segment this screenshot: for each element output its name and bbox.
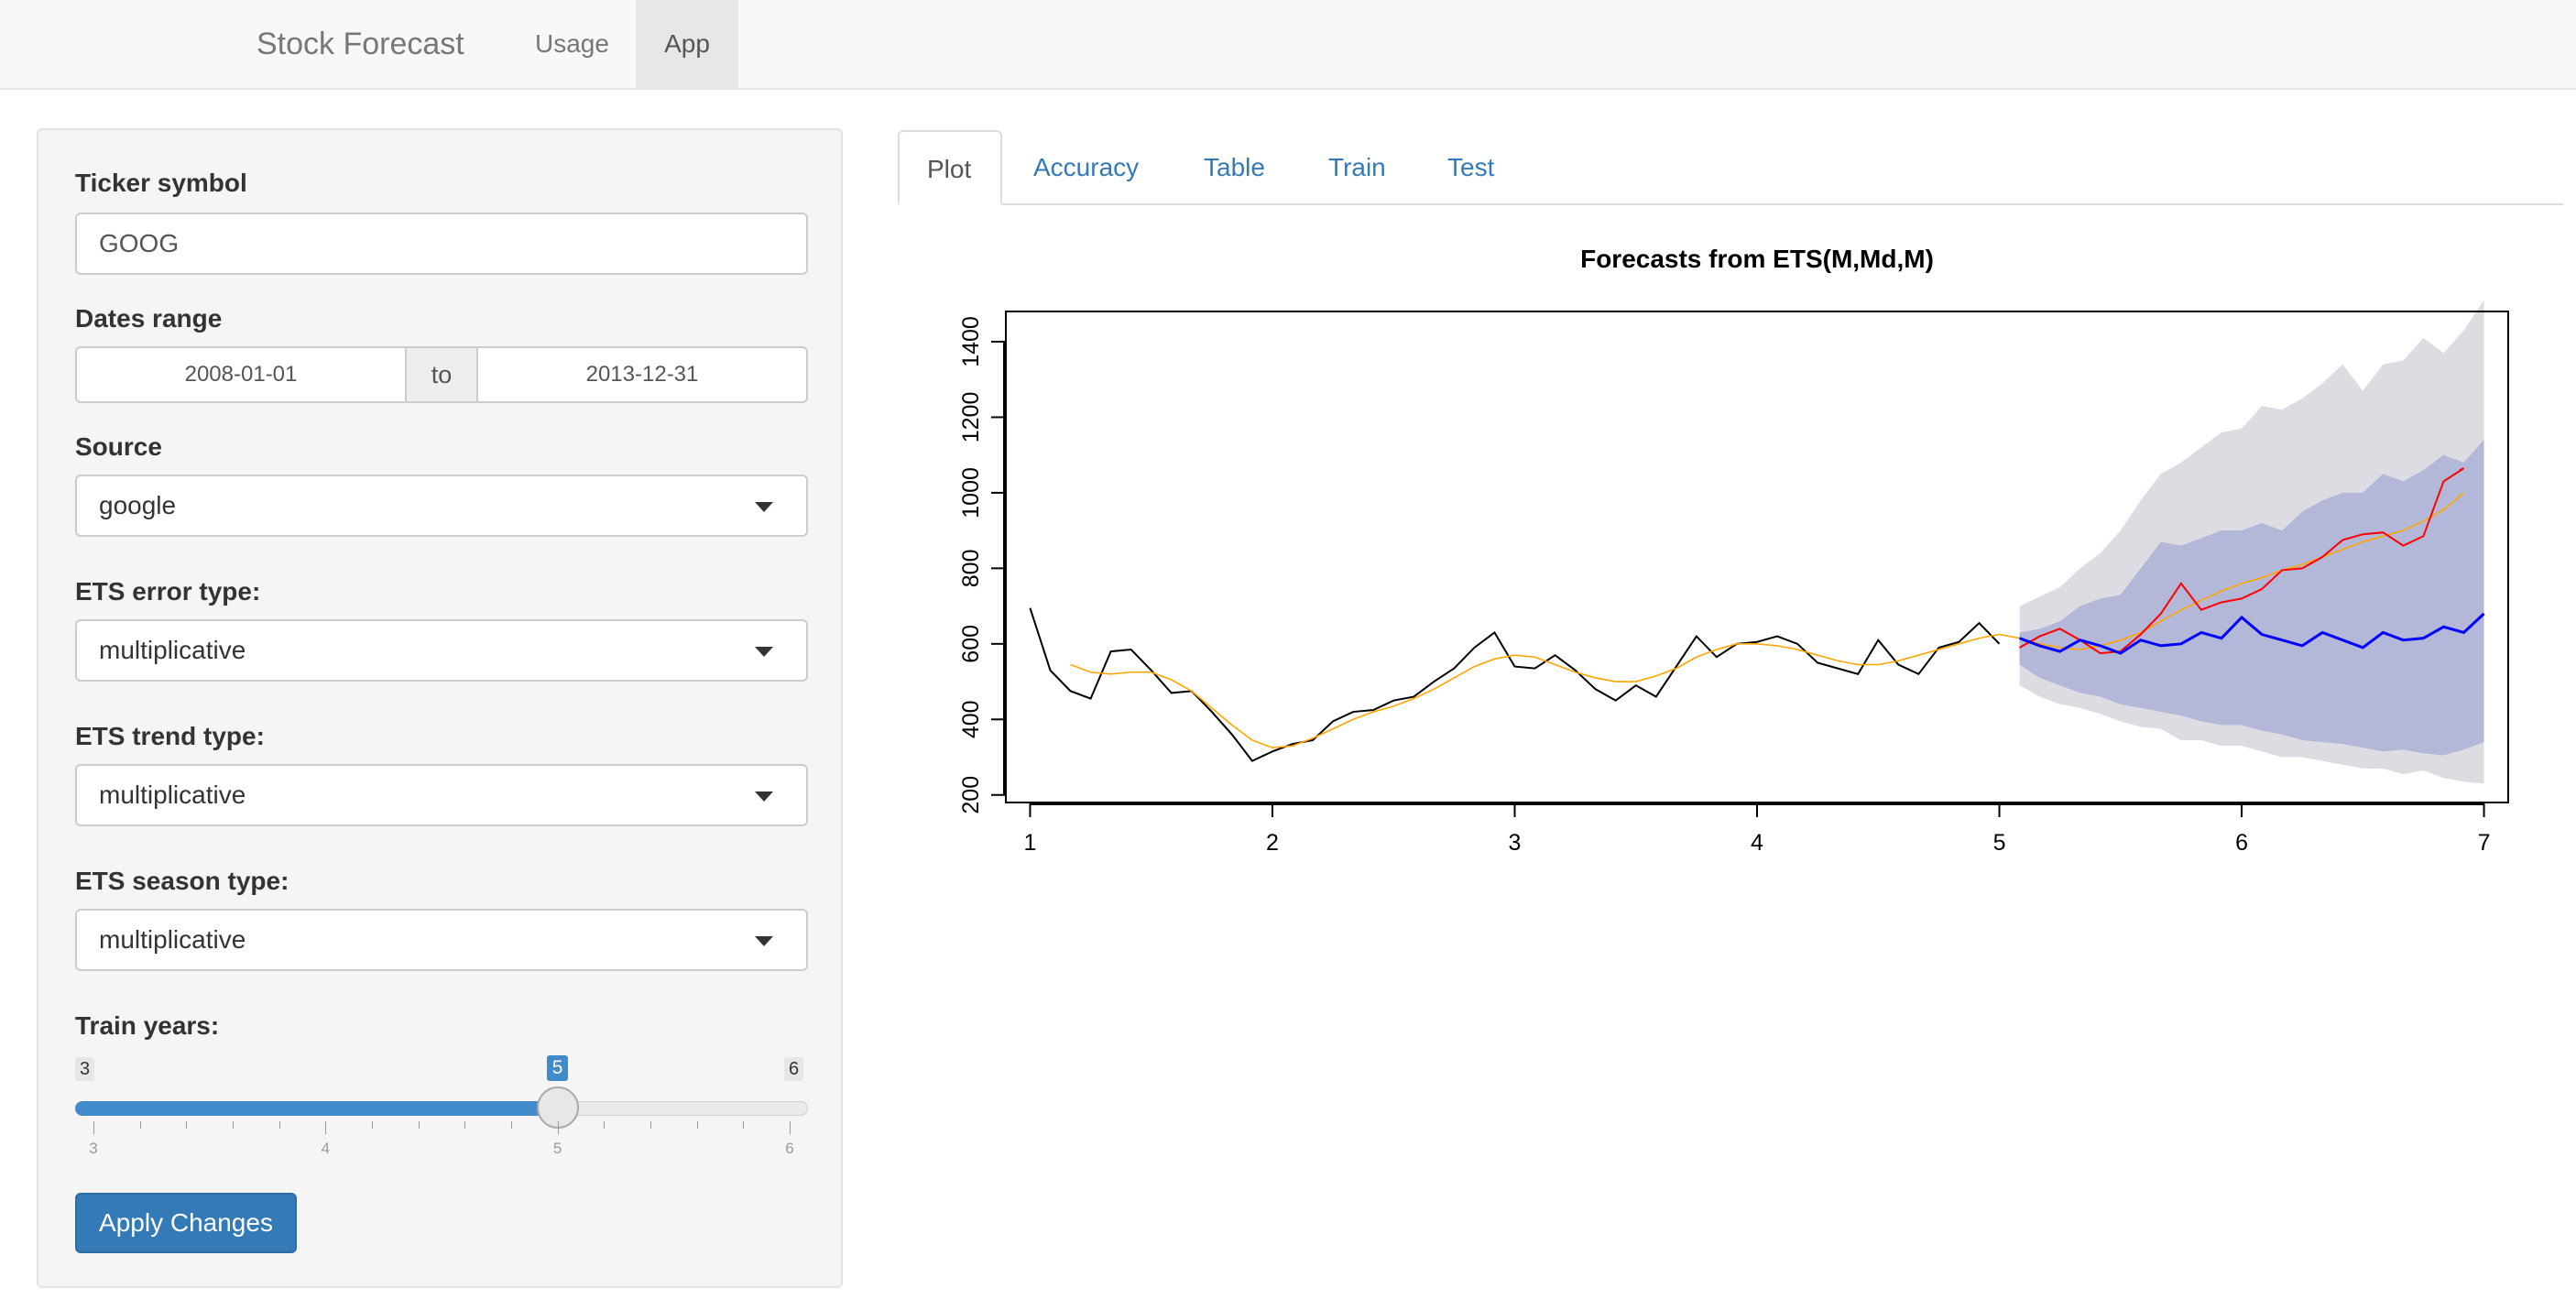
x-tick-label: 1 [1023,830,1036,856]
y-tick-label: 1200 [958,392,984,443]
y-tick-label: 200 [958,776,984,814]
x-tick-label: 4 [1751,830,1763,856]
y-tick-label: 600 [958,625,984,663]
x-tick-label: 6 [2235,830,2248,856]
x-tick-label: 2 [1266,830,1279,856]
y-tick-label: 1000 [958,467,984,519]
y-tick-label: 1400 [958,316,984,367]
x-tick-label: 7 [2478,830,2491,856]
series-history-line [1029,607,2001,762]
chart-title: Forecasts from ETS(M,Md,M) [1580,245,1934,273]
forecast-chart: Forecasts from ETS(M,Md,M) 1 2 3 4 5 6 7 200 400… [958,245,2509,856]
x-tick-label: 3 [1509,830,1522,856]
y-tick-label: 800 [958,550,984,588]
y-tick-label: 400 [958,700,984,738]
x-tick-label: 5 [1993,830,2006,856]
